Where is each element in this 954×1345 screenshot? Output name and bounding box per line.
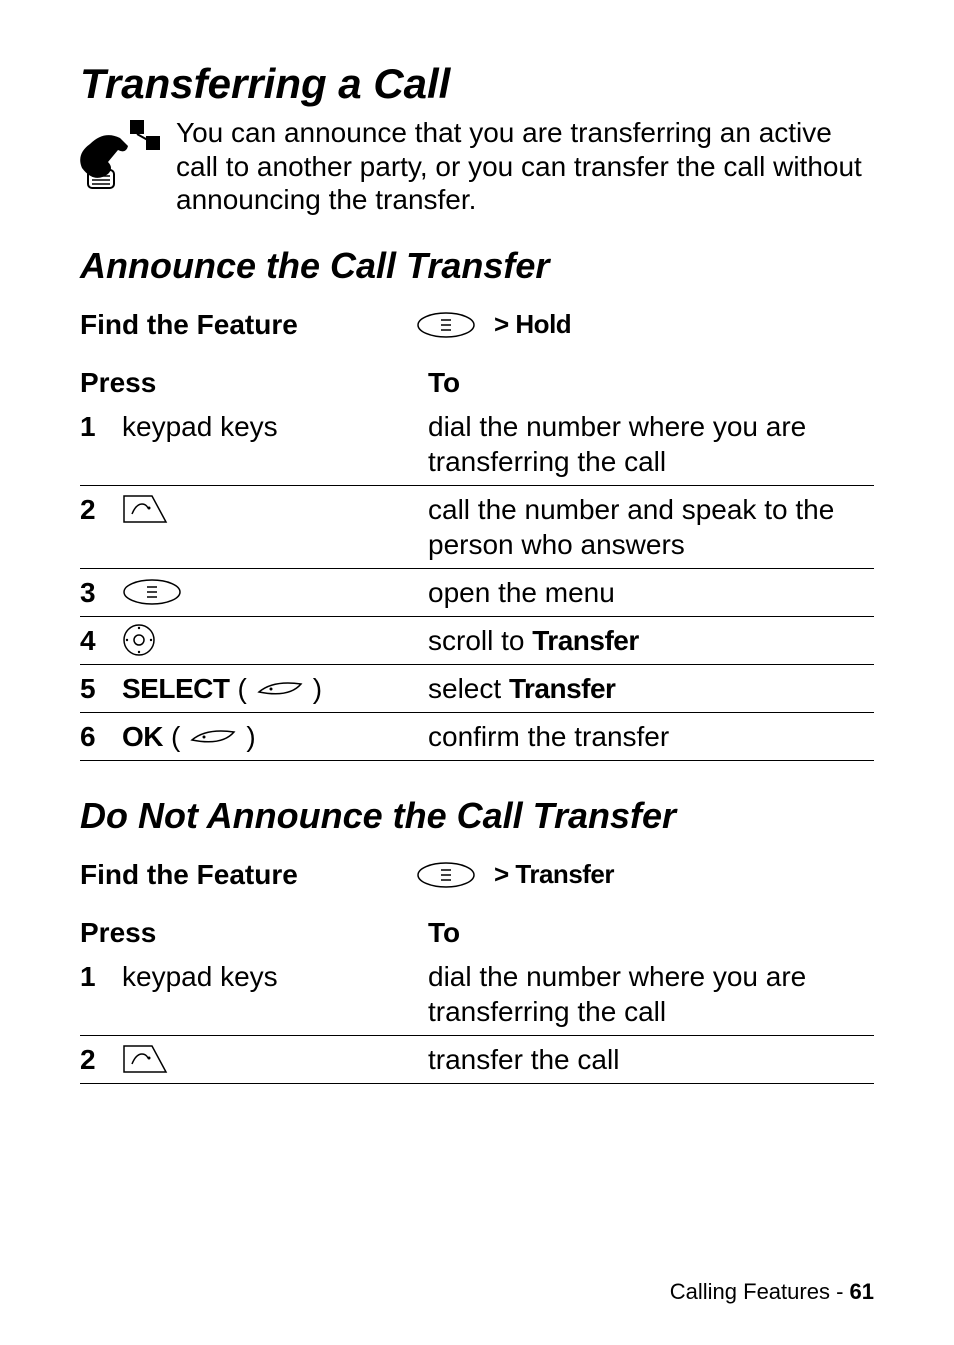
send-icon — [122, 494, 168, 524]
step-press: SELECT — [122, 671, 229, 706]
send-icon — [122, 1044, 168, 1074]
col-to: To — [428, 363, 874, 403]
step-press: keypad keys — [122, 959, 278, 994]
col-press: Press — [80, 363, 428, 403]
menu-icon — [416, 311, 476, 339]
steps-table-noannounce: Press To 1 keypad keys dial the number w… — [80, 913, 874, 1084]
find-feature-value: > Transfer — [494, 859, 614, 890]
step-to: call the number and speak to the person … — [428, 485, 874, 568]
feature-icon — [80, 114, 160, 194]
step-press: OK — [122, 719, 163, 754]
page-title: Transferring a Call — [80, 60, 874, 108]
step-num: 1 — [80, 409, 114, 444]
section-heading-announce: Announce the Call Transfer — [80, 245, 874, 287]
step-num: 6 — [80, 719, 114, 754]
step-to: confirm the transfer — [428, 712, 874, 760]
col-press: Press — [80, 913, 428, 953]
find-feature-value: > Hold — [494, 309, 571, 340]
step-to: dial the number where you are transferri… — [428, 953, 874, 1036]
find-feature-label: Find the Feature — [80, 309, 390, 341]
find-feature-label: Find the Feature — [80, 859, 390, 891]
softkey-icon — [188, 724, 238, 748]
step-press: keypad keys — [122, 409, 278, 444]
step-num: 2 — [80, 492, 114, 527]
page-footer: Calling Features - 61 — [670, 1279, 874, 1305]
step-to: dial the number where you are transferri… — [428, 403, 874, 486]
menu-icon — [416, 861, 476, 889]
step-num: 1 — [80, 959, 114, 994]
menu-icon — [122, 578, 182, 606]
intro-text: You can announce that you are transferri… — [176, 116, 874, 217]
step-num: 2 — [80, 1042, 114, 1077]
step-num: 5 — [80, 671, 114, 706]
find-feature-row: Find the Feature > Transfer — [80, 859, 874, 891]
step-to: scroll to Transfer — [428, 616, 874, 664]
step-num: 3 — [80, 575, 114, 610]
nav-icon — [122, 623, 156, 657]
steps-table-announce: Press To 1 keypad keys dial the number w… — [80, 363, 874, 761]
find-feature-row: Find the Feature > Hold — [80, 309, 874, 341]
step-to: open the menu — [428, 568, 874, 616]
softkey-icon — [255, 676, 305, 700]
step-num: 4 — [80, 623, 114, 658]
step-to: select Transfer — [428, 664, 874, 712]
col-to: To — [428, 913, 874, 953]
section-heading-noannounce: Do Not Announce the Call Transfer — [80, 795, 874, 837]
step-to: transfer the call — [428, 1035, 874, 1083]
